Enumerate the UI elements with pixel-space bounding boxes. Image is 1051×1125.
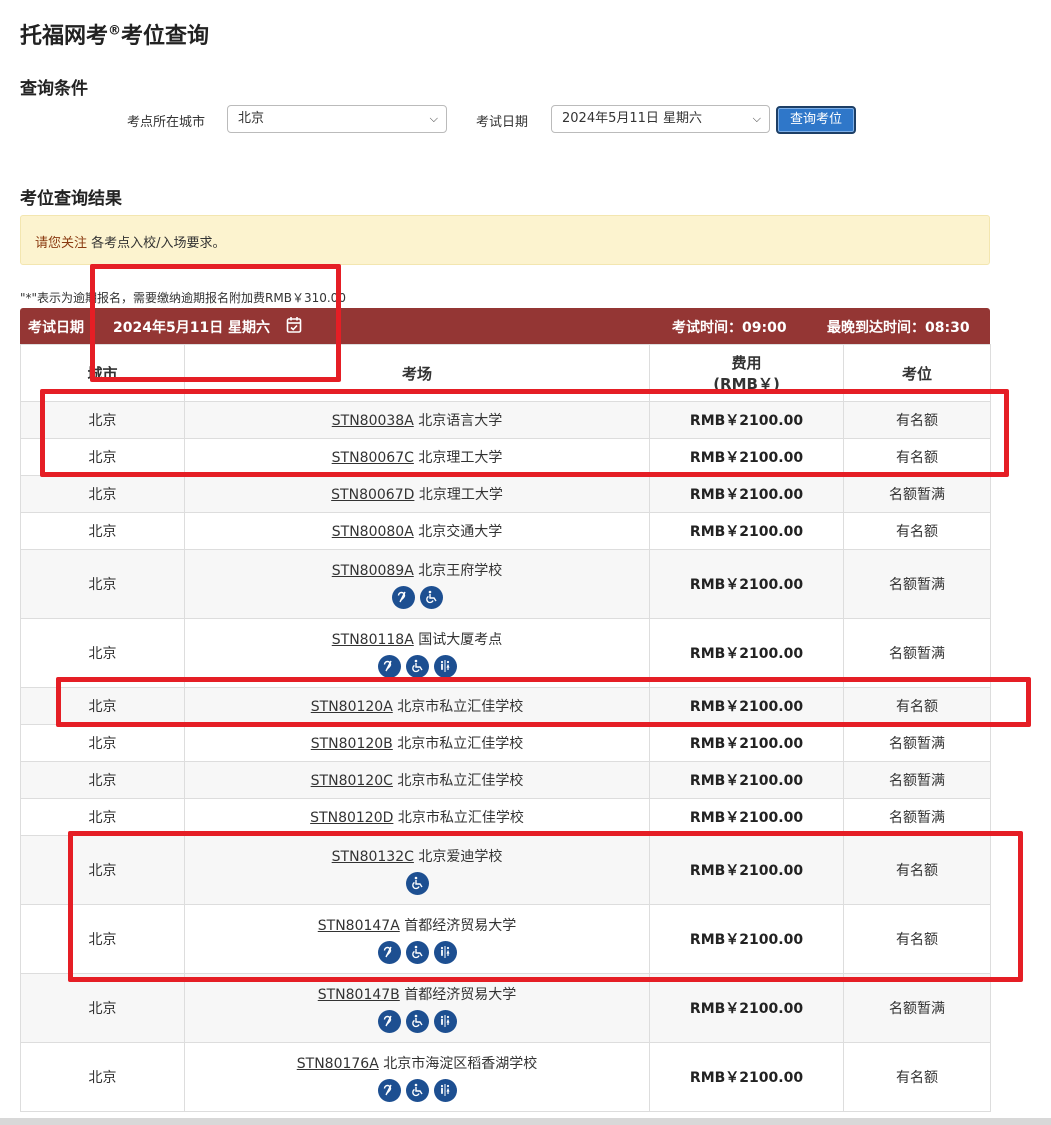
cell-fee: RMB￥2100.00 [649, 798, 844, 836]
hearing-icon[interactable] [391, 585, 415, 609]
latest-arrival-time: 最晚到达时间：08:30 [827, 320, 970, 336]
notice-alert: 请您关注 各考点入校/入场要求。 [20, 215, 990, 265]
cell-fee: RMB￥2100.00 [649, 549, 844, 619]
cell-seat-status: 名额暂满 [843, 724, 991, 762]
venue-code-link[interactable]: STN80089A [332, 563, 414, 579]
cell-city: 北京 [20, 475, 185, 513]
bottom-scroll-edge [0, 1118, 1051, 1125]
restroom-icon[interactable] [433, 1009, 457, 1033]
wheelchair-icon[interactable] [405, 1078, 429, 1102]
venue-name: 北京市私立汇佳学校 [397, 810, 524, 826]
annotation-box-rows-3 [68, 831, 1023, 982]
table-row: 北京 STN80120C 北京市私立汇佳学校 RMB￥2100.00 名额暂满 [20, 761, 991, 799]
city-select-value: 北京 [238, 111, 265, 126]
venue-name: 北京市海淀区稻香湖学校 [383, 1055, 538, 1072]
venue-code-link[interactable]: STN80147B [318, 987, 400, 1003]
venue-code-link[interactable]: STN80080A [332, 524, 414, 540]
cell-venue: STN80147B 首都经济贸易大学 [184, 973, 650, 1043]
hearing-icon[interactable] [377, 1009, 401, 1033]
cell-city: 北京 [20, 761, 185, 799]
annotation-box-rows-1 [40, 389, 1009, 477]
bar-date-label: 考试日期 [28, 320, 84, 336]
cell-seat-status: 名额暂满 [843, 761, 991, 799]
cell-venue: STN80120D 北京市私立汇佳学校 [184, 798, 650, 836]
facility-icons [185, 585, 649, 609]
cell-seat-status: 名额暂满 [843, 973, 991, 1043]
facility-icons [185, 654, 649, 678]
cell-city: 北京 [20, 973, 185, 1043]
results-section-title: 考位查询结果 [20, 189, 122, 209]
cell-seat-status: 有名额 [843, 512, 991, 550]
annotation-box-date [90, 264, 341, 382]
venue-code-link[interactable]: STN80120C [311, 773, 393, 789]
cell-seat-status: 有名额 [843, 1042, 991, 1112]
table-body: 北京 STN80038A 北京语言大学 RMB￥2100.00 有名额 北京 STN800… [20, 401, 991, 1112]
venue-name: 北京理工大学 [418, 487, 503, 503]
city-label: 考点所在城市 [127, 115, 206, 130]
annotation-box-rows-2 [56, 677, 1031, 727]
cell-fee: RMB￥2100.00 [649, 475, 844, 513]
table-row: 北京 STN80120D 北京市私立汇佳学校 RMB￥2100.00 名额暂满 [20, 798, 991, 836]
cell-venue: STN80089A 北京王府学校 [184, 549, 650, 619]
cell-city: 北京 [20, 549, 185, 619]
venue-name: 北京王府学校 [418, 562, 503, 579]
cell-venue: STN80176A 北京市海淀区稻香湖学校 [184, 1042, 650, 1112]
table-row: 北京 STN80120B 北京市私立汇佳学校 RMB￥2100.00 名额暂满 [20, 724, 991, 762]
cell-fee: RMB￥2100.00 [649, 1042, 844, 1112]
restroom-icon[interactable] [433, 654, 457, 678]
notice-highlight-link[interactable]: 请您关注 [35, 236, 87, 251]
venue-name: 北京市私立汇佳学校 [397, 773, 524, 789]
cell-city: 北京 [20, 1042, 185, 1112]
cell-venue: STN80120C 北京市私立汇佳学校 [184, 761, 650, 799]
cell-city: 北京 [20, 798, 185, 836]
venue-name: 北京交通大学 [418, 524, 503, 540]
date-label: 考试日期 [476, 115, 529, 130]
venue-name: 首都经济贸易大学 [404, 986, 517, 1003]
page-title: 托福网考®考位查询 [20, 23, 210, 49]
cell-seat-status: 名额暂满 [843, 549, 991, 619]
notice-text: 各考点入校/入场要求。 [87, 236, 226, 251]
cell-venue: STN80080A 北京交通大学 [184, 512, 650, 550]
query-section-title: 查询条件 [20, 79, 88, 99]
table-row: 北京 STN80089A 北京王府学校 RMB￥2100.00 名额暂满 [20, 549, 991, 619]
facility-icons [185, 1009, 649, 1033]
venue-name: 国试大厦考点 [418, 631, 503, 648]
city-select[interactable]: 北京 ⌵ [227, 105, 447, 133]
venue-code-link[interactable]: STN80118A [332, 632, 414, 648]
venue-code-link[interactable]: STN80067D [331, 487, 414, 503]
exam-time: 考试时间：09:00 [672, 320, 787, 336]
hearing-icon[interactable] [377, 1078, 401, 1102]
cell-venue: STN80067D 北京理工大学 [184, 475, 650, 513]
cell-city: 北京 [20, 512, 185, 550]
wheelchair-icon[interactable] [419, 585, 443, 609]
date-select[interactable]: 2024年5月11日 星期六 ⌵ [551, 105, 770, 133]
facility-icons [185, 1078, 649, 1102]
cell-fee: RMB￥2100.00 [649, 973, 844, 1043]
table-row: 北京 STN80067D 北京理工大学 RMB￥2100.00 名额暂满 [20, 475, 991, 513]
cell-seat-status: 名额暂满 [843, 798, 991, 836]
cell-fee: RMB￥2100.00 [649, 724, 844, 762]
venue-name: 北京市私立汇佳学校 [397, 736, 524, 752]
venue-code-link[interactable]: STN80120B [311, 736, 393, 752]
table-row: 北京 STN80147B 首都经济贸易大学 RMB￥2100.00 名额暂满 [20, 973, 991, 1043]
venue-code-link[interactable]: STN80176A [297, 1056, 379, 1072]
cell-venue: STN80120B 北京市私立汇佳学校 [184, 724, 650, 762]
date-select-value: 2024年5月11日 星期六 [562, 111, 703, 126]
chevron-down-icon: ⌵ [429, 112, 438, 125]
restroom-icon[interactable] [433, 1078, 457, 1102]
cell-seat-status: 名额暂满 [843, 475, 991, 513]
hearing-icon[interactable] [377, 654, 401, 678]
cell-fee: RMB￥2100.00 [649, 512, 844, 550]
cell-city: 北京 [20, 724, 185, 762]
cell-fee: RMB￥2100.00 [649, 761, 844, 799]
table-row: 北京 STN80176A 北京市海淀区稻香湖学校 RMB￥2100.00 有名额 [20, 1042, 991, 1112]
wheelchair-icon[interactable] [405, 654, 429, 678]
chevron-down-icon: ⌵ [752, 112, 761, 125]
search-seats-button[interactable]: 查询考位 [776, 106, 856, 134]
venue-code-link[interactable]: STN80120D [310, 810, 393, 826]
wheelchair-icon[interactable] [405, 1009, 429, 1033]
table-row: 北京 STN80080A 北京交通大学 RMB￥2100.00 有名额 [20, 512, 991, 550]
